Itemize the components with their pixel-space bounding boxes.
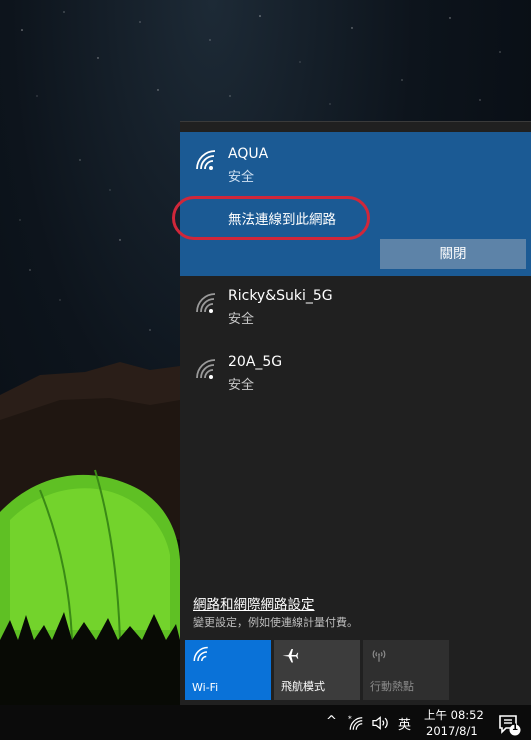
mobile-hotspot-tile[interactable]: 行動熱點 bbox=[363, 640, 449, 700]
airplane-icon bbox=[281, 646, 299, 664]
network-status: 安全 bbox=[228, 378, 255, 393]
wifi-toggle-tile[interactable]: Wi-Fi bbox=[185, 640, 271, 700]
show-hidden-icons-chevron[interactable]: ^ bbox=[326, 714, 337, 729]
network-item-20a-5g[interactable]: 20A_5G 安全 bbox=[180, 344, 531, 408]
network-flyout: AQUA 安全 無法連線到此網路 關閉 Ricky&Suki_5G 安全 20A… bbox=[172, 121, 531, 705]
disconnect-button[interactable]: 關閉 bbox=[380, 239, 526, 269]
clock-time[interactable]: 上午 08:52 bbox=[424, 707, 484, 723]
network-status: 安全 bbox=[228, 312, 255, 327]
network-status: 安全 bbox=[228, 170, 255, 185]
network-name: AQUA bbox=[228, 146, 269, 162]
input-language-indicator[interactable]: 英 bbox=[398, 714, 411, 733]
wifi-secure-icon bbox=[194, 292, 218, 316]
connection-error-message: 無法連線到此網路 bbox=[228, 212, 336, 228]
action-center-icon[interactable]: 1 bbox=[497, 712, 521, 736]
network-settings-link[interactable]: 網路和網際網路設定 bbox=[193, 593, 315, 613]
hotspot-icon bbox=[370, 646, 388, 664]
wifi-secure-icon bbox=[194, 149, 218, 173]
network-name: Ricky&Suki_5G bbox=[228, 288, 333, 304]
hotspot-tile-label: 行動熱點 bbox=[370, 680, 414, 693]
airplane-mode-tile[interactable]: 飛航模式 bbox=[274, 640, 360, 700]
wifi-tile-label: Wi-Fi bbox=[192, 681, 219, 694]
svg-text:*: * bbox=[348, 715, 352, 724]
taskbar: ^ * 英 上午 08:52 2017/8/1 1 bbox=[0, 705, 531, 740]
clock-date[interactable]: 2017/8/1 bbox=[426, 724, 478, 738]
network-item-ricky-suki-5g[interactable]: Ricky&Suki_5G 安全 bbox=[180, 278, 531, 342]
network-tray-icon[interactable]: * bbox=[348, 715, 366, 731]
network-name: 20A_5G bbox=[228, 354, 283, 370]
wifi-icon bbox=[192, 646, 210, 664]
volume-icon[interactable] bbox=[371, 715, 391, 731]
network-item-aqua[interactable]: AQUA 安全 無法連線到此網路 關閉 bbox=[172, 132, 531, 276]
wifi-secure-icon bbox=[194, 358, 218, 382]
notification-count-badge: 1 bbox=[511, 723, 519, 733]
network-settings-description: 變更設定，例如使連線計量付費。 bbox=[193, 616, 358, 629]
airplane-tile-label: 飛航模式 bbox=[281, 680, 325, 693]
